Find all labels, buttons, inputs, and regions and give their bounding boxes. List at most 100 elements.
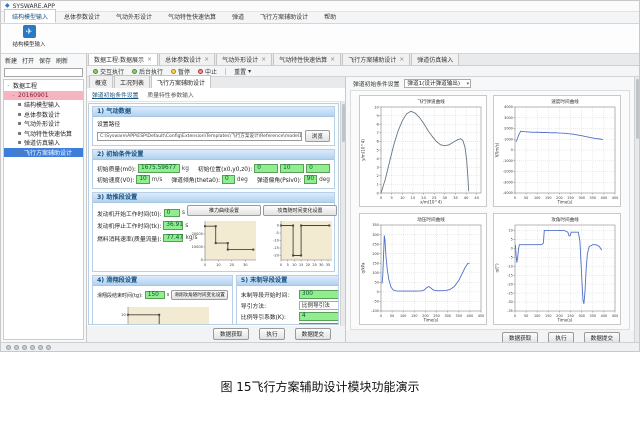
svg-text:3: 3 [377, 165, 379, 169]
run-icon [132, 69, 137, 74]
tree-node-root[interactable]: - 数据工程 [4, 81, 83, 91]
ribbon-tab-aero-shape[interactable]: 气动外形设计 [108, 9, 160, 23]
tab-overview[interactable]: 概览 [89, 75, 113, 88]
svg-text:0: 0 [201, 258, 203, 262]
svg-text:15: 15 [299, 263, 303, 267]
doc-tab-flight-plan[interactable]: 飞行方案辅助设计 × [342, 54, 410, 65]
data-submit-button[interactable]: 数据提交 [295, 328, 331, 340]
field-label: 发动机停止工作时间(tk): [97, 221, 161, 230]
refresh-button[interactable]: 刷新 [56, 56, 68, 65]
ribbon-tab-trajectory[interactable]: 弹道 [224, 9, 252, 23]
ribbon-tab-help[interactable]: 帮助 [316, 9, 344, 23]
terminal-start-time-field[interactable]: 300 [299, 290, 339, 299]
svg-text:350: 350 [590, 314, 596, 318]
tree-node-flight-plan[interactable]: ▪ 飞行方案辅助设计 [4, 148, 83, 158]
svg-text:-15: -15 [273, 246, 279, 250]
tree-node-project[interactable]: - 20160901 [4, 91, 83, 101]
initial-x-field[interactable]: 0 [254, 164, 278, 173]
open-button[interactable]: 打开 [22, 56, 34, 65]
doc-tab-data-view[interactable]: 数据工程:数据展示 × [88, 54, 158, 65]
svg-text:300: 300 [444, 314, 450, 318]
deflection-angle-field[interactable]: 90 [304, 175, 317, 184]
window-scrollbar[interactable] [634, 77, 639, 342]
aero-data-path-input[interactable]: C:\Sysware\APP\ESP\Default\Config\Extens… [97, 132, 302, 141]
alpha-chart-box: 0501001502002503003504004501050-5-10-15-… [493, 213, 621, 325]
project-search-input[interactable] [4, 68, 83, 77]
initial-z-field[interactable]: 0 [306, 164, 330, 173]
field-label: 发动机开始工作时间(t0): [97, 209, 162, 218]
field-unit: s [167, 292, 170, 298]
guidance-method-select[interactable]: 比例导引法 ▾ [299, 301, 339, 310]
doc-tab-overall-params[interactable]: 总体参数设计 × [159, 54, 215, 65]
close-icon[interactable]: × [261, 56, 266, 63]
svg-text:35: 35 [326, 263, 330, 267]
leaf-icon: ▪ [17, 111, 22, 118]
doc-tab-aero-shape[interactable]: 气动外形设计 × [216, 54, 272, 65]
svg-text:300: 300 [578, 196, 584, 200]
doc-tab-aero-estimate[interactable]: 气动特性快速估算 × [273, 54, 341, 65]
tree-node-aero-shape[interactable]: ▪ 气动外形设计 [4, 119, 83, 129]
alpha-vs-time-button[interactable]: 攻角随时间变化设置 [263, 205, 337, 216]
execute-button[interactable]: 执行 [259, 328, 284, 340]
close-icon[interactable]: × [330, 56, 335, 63]
thrust-curve-chart: 010203001000020000 [187, 217, 261, 269]
new-button[interactable]: 新建 [5, 56, 17, 65]
tree-node-trajectory-input[interactable]: ▪ 弹道仿真输入 [4, 138, 83, 148]
ribbon-tab-flight-plan[interactable]: 飞行方案辅助设计 [252, 9, 316, 23]
reset-button[interactable]: 重置 ▾ [234, 67, 251, 76]
save-button[interactable]: 保存 [39, 56, 51, 65]
svg-text:0: 0 [277, 224, 279, 228]
ribbon-tab-aero-estimate[interactable]: 气动特性快速估算 [160, 9, 224, 23]
collapse-icon[interactable]: - [6, 82, 11, 89]
browse-button[interactable]: 浏览 [305, 130, 330, 142]
glide-end-time-field[interactable]: 150 [145, 291, 165, 300]
doc-tab-label: 弹道仿真输入 [417, 55, 453, 64]
data-fetch-button[interactable]: 数据获取 [213, 328, 249, 340]
form-scrollbar[interactable] [340, 102, 345, 326]
glide-alpha-button[interactable]: 滑翔攻角随时间变化设置 [171, 290, 228, 300]
ribbon-tab-overall-params[interactable]: 总体参数设计 [56, 9, 108, 23]
guidance-coefficient-field[interactable]: 4 [299, 312, 339, 321]
status-circle-icon [38, 345, 43, 350]
doc-tab-label: 数据工程:数据展示 [94, 55, 144, 64]
status-circle-icon [30, 345, 35, 350]
svg-text:50: 50 [374, 280, 378, 284]
svg-text:-2000: -2000 [503, 170, 513, 174]
thrust-curve-button[interactable]: 推力曲线设置 [187, 205, 261, 216]
svg-text:飞行弹道曲线: 飞行弹道曲线 [417, 98, 445, 105]
close-icon[interactable]: × [147, 56, 152, 63]
trajectory-angle-field[interactable]: 0 [222, 175, 235, 184]
engine-start-time-field[interactable]: 0 [164, 209, 180, 218]
project-sidebar: 新建 打开 保存 刷新 - 数据工程 - 20160901 ▪ 结构模型输入 [1, 54, 87, 342]
initial-mass-field[interactable]: 1675.59677 [138, 164, 180, 173]
svg-text:0: 0 [511, 246, 513, 250]
run-icon [93, 69, 98, 74]
field-unit: deg [319, 177, 330, 183]
subtab-mass-params[interactable]: 质量特性参数输入 [147, 90, 193, 99]
doc-tab-label: 气动特性快速估算 [279, 55, 327, 64]
tree-node-overall-params[interactable]: ▪ 总体参数设计 [4, 110, 83, 120]
trajectory-result-select[interactable]: 弹道1(设计弹道输出) ▾ [404, 79, 471, 88]
structure-input-tool-button[interactable]: ✈ 结构模型输入 [6, 25, 52, 52]
tab-flight-plan-design[interactable]: 飞行方案辅助设计 [151, 75, 211, 88]
fuel-rate-field[interactable]: 77.47 [163, 234, 183, 243]
svg-text:45: 45 [474, 196, 479, 200]
initial-y-field[interactable]: 10 [280, 164, 304, 173]
tree-node-structure-input[interactable]: ▪ 结构模型输入 [4, 100, 83, 110]
tree-item-label: 总体参数设计 [24, 110, 60, 119]
collapse-icon[interactable]: - [11, 92, 16, 99]
initial-velocity-field[interactable]: 10 [136, 175, 149, 184]
tree-node-aero-estimate[interactable]: ▪ 气动特性快速估算 [4, 129, 83, 139]
subtab-initial-conditions[interactable]: 弹道初始条件设置 [92, 90, 138, 99]
field-label: 末制导段开始时间: [241, 290, 299, 299]
chevron-down-icon: ▾ [248, 68, 251, 75]
engine-stop-time-field[interactable]: 36.91 [163, 221, 183, 230]
close-icon[interactable]: × [399, 56, 404, 63]
leaf-icon: ▪ [17, 130, 22, 137]
field-unit: kg [182, 166, 189, 172]
tab-case-list[interactable]: 工况列表 [114, 75, 150, 88]
doc-tab-trajectory-input[interactable]: 弹道仿真输入 [411, 54, 459, 65]
target-x-field[interactable]: 100000 [299, 323, 339, 325]
ribbon-tab-structure-input[interactable]: 结构模型输入 [4, 9, 56, 23]
close-icon[interactable]: × [204, 56, 209, 63]
